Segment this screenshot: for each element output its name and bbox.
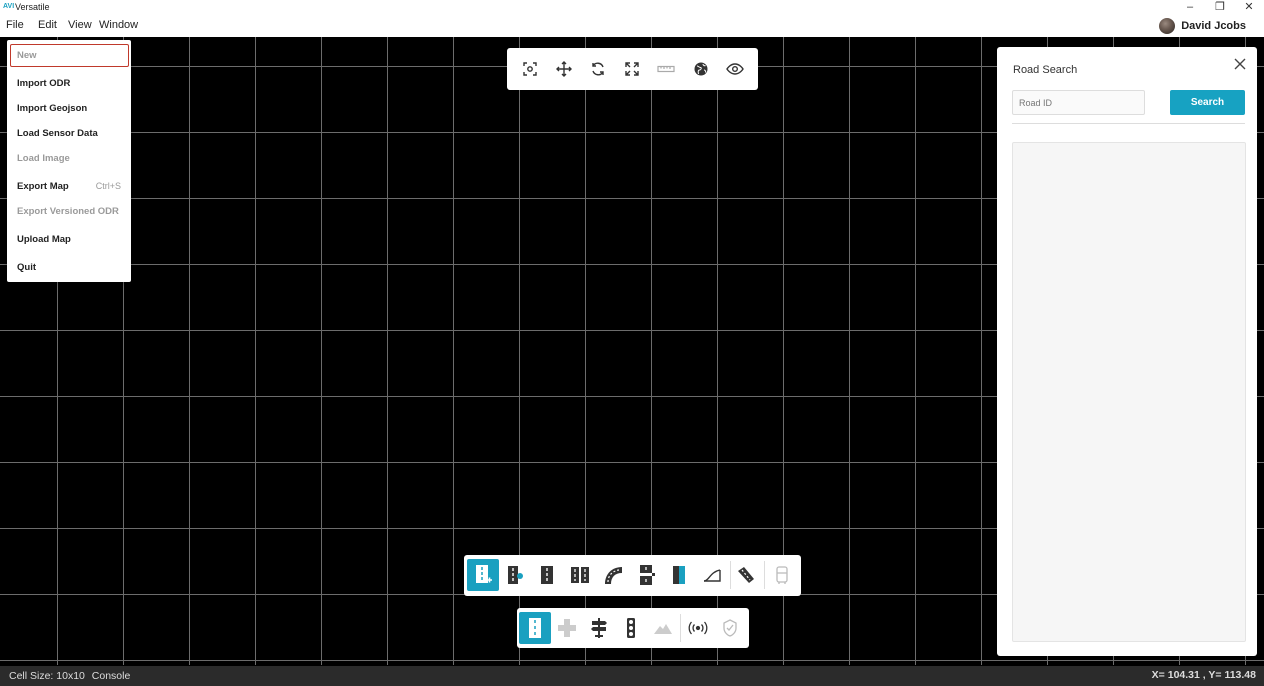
menu-item-load-sensor-data[interactable]: Load Sensor Data (17, 128, 98, 139)
panel-divider (1012, 123, 1245, 124)
move-icon[interactable] (554, 59, 574, 79)
focus-icon[interactable] (520, 59, 540, 79)
elevation-icon[interactable] (696, 559, 728, 591)
menu-edit[interactable]: Edit (38, 19, 57, 31)
menu-item-import-odr[interactable]: Import ODR (17, 78, 70, 89)
menu-item-upload-map[interactable]: Upload Map (17, 234, 71, 245)
view-toolbar (507, 48, 758, 90)
road-link-icon[interactable] (499, 559, 531, 591)
traffic-light-icon[interactable] (615, 612, 647, 644)
title-bar: AVI Versatile – ❐ ✕ (0, 0, 1264, 16)
menu-item-import-geojson[interactable]: Import Geojson (17, 103, 87, 114)
road-lanes-icon[interactable] (531, 559, 563, 591)
intersection-icon[interactable] (551, 612, 583, 644)
fit-screen-icon[interactable] (622, 59, 642, 79)
cell-size-label: Cell Size: 10x10 (9, 670, 85, 682)
menu-item-export-map[interactable]: Export Map (17, 181, 69, 192)
close-icon[interactable] (1233, 57, 1247, 71)
menu-item-load-image[interactable]: Load Image (17, 153, 70, 164)
restore-button[interactable]: ❐ (1205, 0, 1235, 14)
search-results-list[interactable] (1012, 142, 1246, 642)
road-marking-icon[interactable] (663, 559, 695, 591)
road-tools-toolbar (464, 555, 801, 596)
sensor-signal-icon[interactable] (682, 612, 714, 644)
eye-icon[interactable] (725, 59, 745, 79)
road-id-input[interactable] (1012, 90, 1145, 115)
menu-file[interactable]: File (6, 19, 24, 31)
curved-road-icon[interactable] (597, 559, 629, 591)
rotate-icon[interactable] (588, 59, 608, 79)
console-toggle[interactable]: Console (92, 670, 131, 682)
terrain-icon[interactable] (647, 612, 679, 644)
road-search-panel: Road Search Search (997, 47, 1257, 656)
minimize-button[interactable]: – (1175, 0, 1205, 14)
user-name: David Jcobs (1181, 20, 1246, 32)
file-menu-dropdown: New Import ODR Import Geojson Load Senso… (7, 40, 131, 282)
signpost-icon[interactable] (583, 612, 615, 644)
cursor-coordinates: X= 104.31 , Y= 113.48 (1151, 669, 1256, 681)
status-left: Cell Size: 10x10 Console (9, 670, 130, 682)
toolbar-separator (680, 614, 681, 642)
app-title: Versatile (15, 2, 50, 12)
panel-title: Road Search (1013, 64, 1078, 76)
ruler-icon[interactable] (656, 59, 676, 79)
menu-view[interactable]: View (68, 19, 92, 31)
ramp-icon[interactable] (730, 559, 762, 591)
single-road-icon[interactable] (519, 612, 551, 644)
menu-item-new[interactable]: New (17, 50, 37, 61)
shield-check-icon[interactable] (714, 612, 746, 644)
menu-item-quit[interactable]: Quit (17, 262, 36, 273)
status-bar: Cell Size: 10x10 Console X= 104.31 , Y= … (0, 666, 1264, 686)
export-map-shortcut: Ctrl+S (95, 181, 121, 191)
menu-bar: File Edit View Window David Jcobs (0, 16, 1264, 37)
add-road-icon[interactable] (467, 559, 499, 591)
app-logo-icon: AVI (3, 3, 15, 10)
multi-lane-icon[interactable] (564, 559, 596, 591)
vehicle-icon[interactable] (766, 559, 798, 591)
menu-window[interactable]: Window (99, 19, 138, 31)
avatar[interactable] (1159, 18, 1176, 34)
search-button[interactable]: Search (1170, 90, 1245, 115)
menu-item-export-versioned-odr[interactable]: Export Versioned ODR (17, 206, 119, 217)
close-window-button[interactable]: ✕ (1234, 0, 1264, 14)
junction-road-icon[interactable] (630, 559, 662, 591)
object-tools-toolbar (517, 608, 749, 648)
globe-icon[interactable] (691, 59, 711, 79)
toolbar-separator (764, 561, 765, 589)
user-profile[interactable]: David Jcobs (1159, 17, 1246, 35)
